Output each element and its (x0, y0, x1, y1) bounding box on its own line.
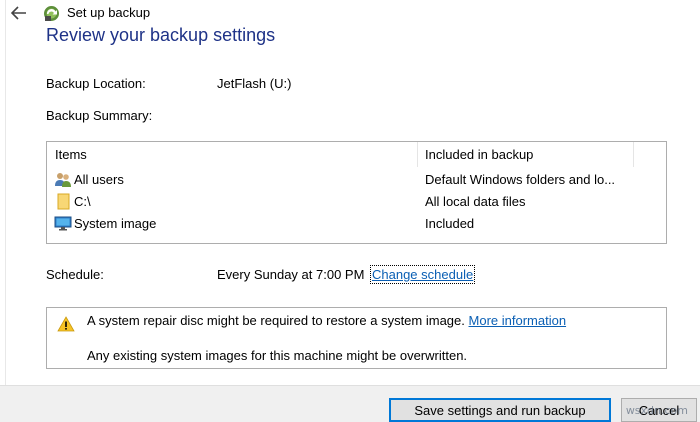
warning-message: A system repair disc might be required t… (87, 313, 566, 328)
row-included-value: Default Windows folders and lo... (425, 172, 616, 187)
change-schedule-link[interactable]: Change schedule (369, 265, 476, 284)
backup-items-table: Items Included in backup All users Defau… (46, 141, 667, 244)
table-header: Items Included in backup (47, 142, 666, 167)
table-row[interactable]: System image Included (47, 213, 666, 235)
watermark: wsxdn.com (625, 404, 688, 417)
backup-location-value: JetFlash (U:) (217, 76, 292, 91)
row-included-value: Included (425, 216, 475, 231)
more-information-link[interactable]: More information (469, 313, 567, 328)
column-divider[interactable] (417, 142, 418, 167)
monitor-icon (54, 216, 72, 231)
column-header-items[interactable]: Items (55, 147, 87, 162)
users-icon (55, 173, 71, 187)
row-item-name: All users (74, 172, 124, 187)
table-row[interactable]: All users Default Windows folders and lo… (47, 169, 666, 191)
overwrite-warning-text: Any existing system images for this mach… (87, 348, 468, 363)
row-item-name: System image (74, 216, 157, 231)
row-included-value: All local data files (425, 194, 526, 209)
schedule-value: Every Sunday at 7:00 PM (217, 267, 365, 282)
save-and-run-backup-button[interactable]: Save settings and run backup (389, 398, 611, 422)
page-heading: Review your backup settings (46, 25, 276, 45)
backup-summary-label: Backup Summary: (46, 108, 153, 123)
warning-icon (57, 316, 75, 332)
schedule-label: Schedule: (46, 267, 104, 282)
column-divider[interactable] (633, 142, 634, 167)
arrow-left-icon (11, 6, 26, 20)
backup-location-label: Backup Location: (46, 76, 146, 91)
row-item-name: C:\ (74, 194, 91, 209)
folder-icon (57, 193, 70, 210)
warning-box: A system repair disc might be required t… (46, 307, 667, 369)
column-header-included[interactable]: Included in backup (425, 147, 533, 162)
warning-text: A system repair disc might be required t… (87, 313, 465, 328)
back-button[interactable] (9, 4, 29, 22)
table-row[interactable]: C:\ All local data files (47, 191, 666, 213)
backup-icon (44, 6, 59, 21)
window-title: Set up backup (67, 5, 151, 20)
window-left-edge (0, 0, 6, 422)
